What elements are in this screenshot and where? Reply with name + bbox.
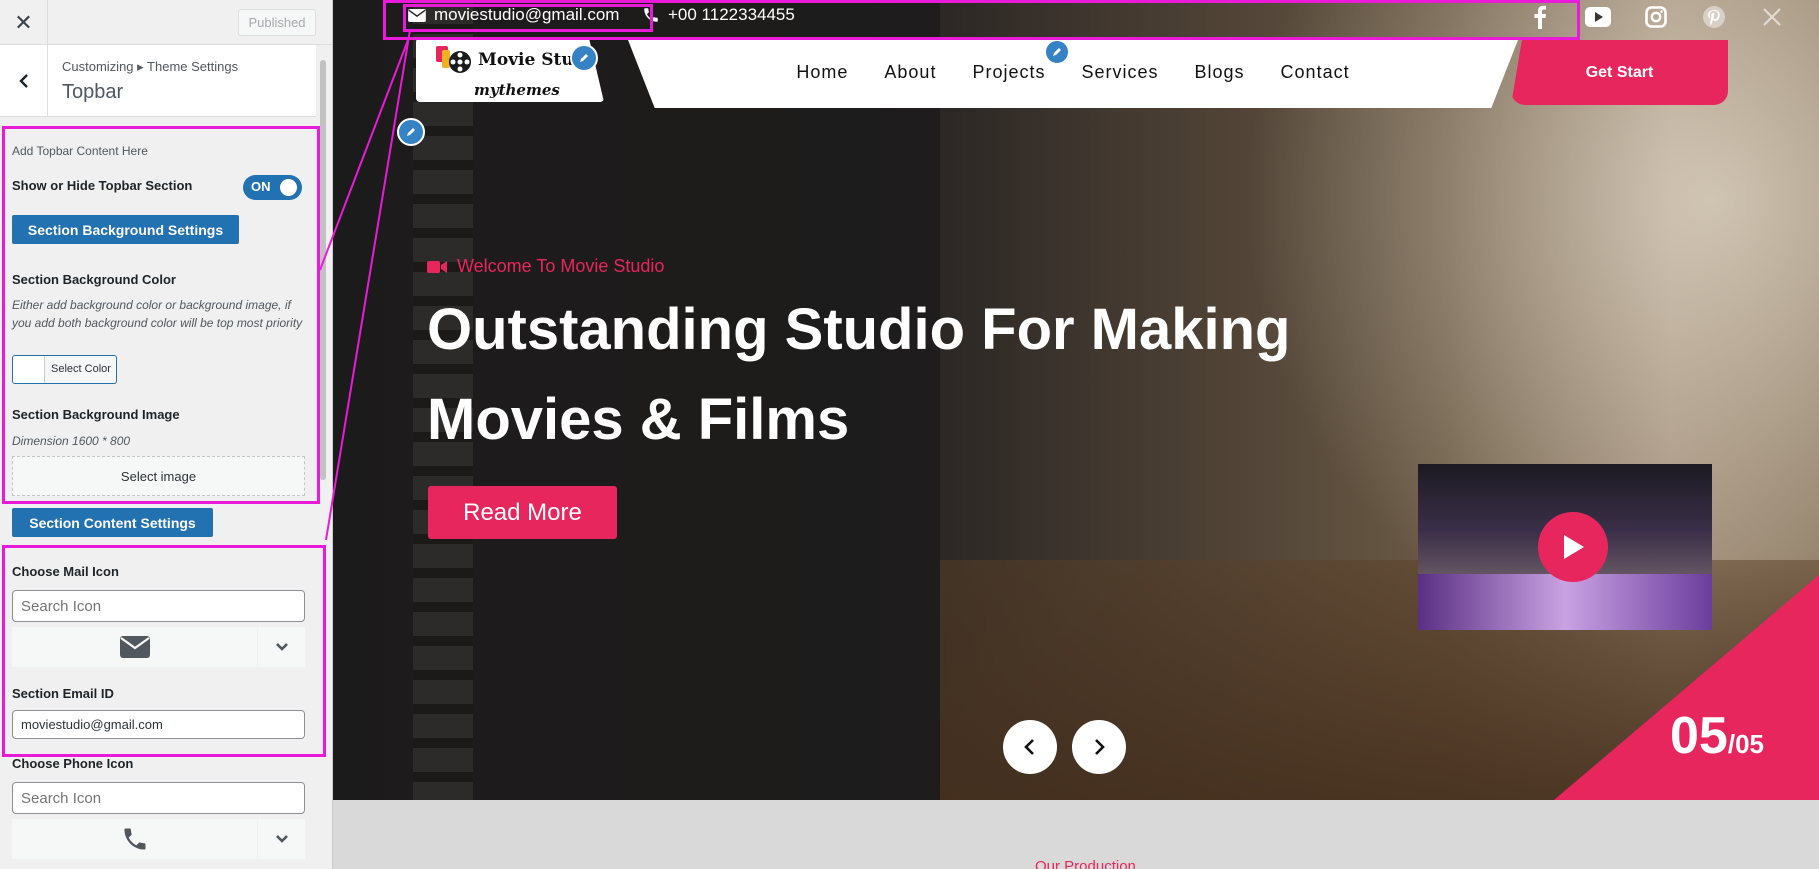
customizer-sidebar: ✕ Published Customizing ▸ Theme Settings… [0, 0, 333, 869]
background-image-dimension: Dimension 1600 * 800 [12, 434, 131, 448]
slide-counter-total: /05 [1727, 729, 1764, 759]
section-title: Topbar [62, 81, 124, 103]
instagram-icon[interactable] [1642, 3, 1670, 31]
scrollbar-thumb[interactable] [320, 60, 326, 480]
slide-counter: 05/05 [1670, 706, 1764, 766]
add-topbar-content-label: Add Topbar Content Here [12, 144, 148, 158]
background-image-label: Section Background Image [12, 407, 180, 422]
chevron-down-icon [275, 643, 288, 651]
pencil-icon [580, 54, 588, 62]
envelope-icon [119, 636, 150, 658]
logo-subtitle: mythemes [474, 81, 560, 99]
customizer-header: ✕ Published [0, 0, 332, 45]
nav-item-home[interactable]: Home [796, 62, 848, 83]
close-customizer-button[interactable]: ✕ [0, 0, 48, 45]
email-id-label: Section Email ID [12, 686, 114, 701]
chevron-left-icon [1024, 739, 1034, 755]
site-preview: moviestudio@gmail.com +00 1122334455 Mov… [333, 0, 1819, 869]
facebook-icon[interactable] [1526, 3, 1554, 31]
phone-icon-label: Choose Phone Icon [12, 756, 134, 771]
mail-icon-picker[interactable] [12, 627, 305, 667]
video-thumbnail[interactable] [1418, 464, 1712, 630]
mail-icon-dropdown-toggle[interactable] [258, 627, 305, 667]
slider-next-button[interactable] [1072, 720, 1126, 774]
x-icon[interactable] [1758, 3, 1786, 31]
slider-prev-button[interactable] [1003, 720, 1057, 774]
topbar-phone[interactable]: +00 1122334455 [642, 5, 795, 25]
slide-counter-current: 05 [1670, 707, 1728, 765]
chevron-left-icon [18, 74, 28, 88]
published-button[interactable]: Published [238, 9, 316, 36]
show-hide-topbar-label: Show or Hide Topbar Section [12, 178, 193, 193]
edit-logo-shortcut[interactable] [570, 44, 598, 72]
nav-item-services[interactable]: Services [1081, 62, 1158, 83]
read-more-button[interactable]: Read More [428, 486, 617, 539]
topbar-phone-text: +00 1122334455 [668, 5, 795, 24]
get-start-button[interactable]: Get Start [1511, 40, 1728, 105]
customizer-screen: ✕ Published Customizing ▸ Theme Settings… [0, 0, 1819, 869]
close-icon: ✕ [14, 9, 33, 35]
hero-welcome: Welcome To Movie Studio [427, 256, 664, 277]
phone-icon-picker[interactable] [12, 819, 305, 859]
nav-item-about[interactable]: About [884, 62, 936, 83]
section-background-settings-button[interactable]: Section Background Settings [12, 215, 239, 244]
selected-mail-icon[interactable] [12, 627, 257, 667]
breadcrumb: Customizing ▸ Theme Settings [62, 59, 239, 74]
film-reel-icon [436, 46, 471, 73]
video-thumbnail-stage [1418, 574, 1712, 630]
hero-welcome-text: Welcome To Movie Studio [457, 256, 665, 276]
toggle-knob [280, 179, 297, 196]
select-image-button[interactable]: Select image [12, 456, 305, 496]
section-content-settings-button[interactable]: Section Content Settings [12, 508, 213, 537]
topbar: moviestudio@gmail.com +00 1122334455 [390, 0, 1819, 34]
chevron-right-icon [1095, 739, 1105, 755]
mail-icon-label: Choose Mail Icon [12, 564, 119, 579]
youtube-icon[interactable] [1584, 3, 1612, 31]
select-color-button[interactable]: Select Color [12, 355, 117, 384]
video-camera-icon [427, 260, 447, 273]
edit-topbar-shortcut[interactable] [397, 118, 425, 146]
email-id-input[interactable] [12, 710, 305, 739]
chevron-down-icon [275, 835, 288, 843]
hero-headline: Outstanding Studio For Making Movies & F… [427, 285, 1327, 465]
topbar-email-text: moviestudio@gmail.com [434, 5, 620, 24]
mail-icon-search-input[interactable] [12, 590, 305, 622]
nav-item-projects[interactable]: Projects [972, 62, 1045, 83]
phone-icon-dropdown-toggle[interactable] [258, 819, 305, 859]
nav-item-contact[interactable]: Contact [1281, 62, 1350, 83]
play-button[interactable] [1538, 512, 1608, 582]
select-color-label: Select Color [51, 363, 111, 375]
color-swatch [13, 356, 45, 383]
background-color-label: Section Background Color [12, 272, 176, 287]
pinterest-icon[interactable] [1700, 3, 1728, 31]
social-links [1526, 3, 1786, 31]
toggle-state-text: ON [251, 179, 271, 194]
hero-headline-line1: Outstanding Studio For Making [427, 297, 1291, 362]
pencil-icon [407, 128, 415, 136]
back-button[interactable] [0, 45, 48, 117]
phone-icon [644, 8, 658, 22]
phone-icon [124, 828, 145, 850]
pencil-icon [1053, 48, 1061, 56]
section-header: Customizing ▸ Theme Settings Topbar [0, 45, 316, 117]
envelope-icon [408, 8, 426, 22]
sidebar-scrollbar[interactable] [318, 50, 328, 869]
our-production-heading: Our Production [1035, 858, 1136, 869]
edit-menu-shortcut[interactable] [1044, 39, 1070, 65]
topbar-email[interactable]: moviestudio@gmail.com [408, 5, 619, 25]
play-icon [1564, 535, 1584, 559]
hero-headline-line2: Movies & Films [427, 387, 850, 452]
hero-slider: moviestudio@gmail.com +00 1122334455 Mov… [333, 0, 1819, 800]
background-color-description: Either add background color or backgroun… [12, 298, 303, 330]
phone-icon-search-input[interactable] [12, 782, 305, 814]
nav-item-blogs[interactable]: Blogs [1195, 62, 1245, 83]
main-navigation: Home About Projects Services Blogs Conta… [628, 40, 1518, 108]
selected-phone-icon[interactable] [12, 819, 257, 859]
topbar-visibility-toggle[interactable]: ON [243, 175, 302, 200]
